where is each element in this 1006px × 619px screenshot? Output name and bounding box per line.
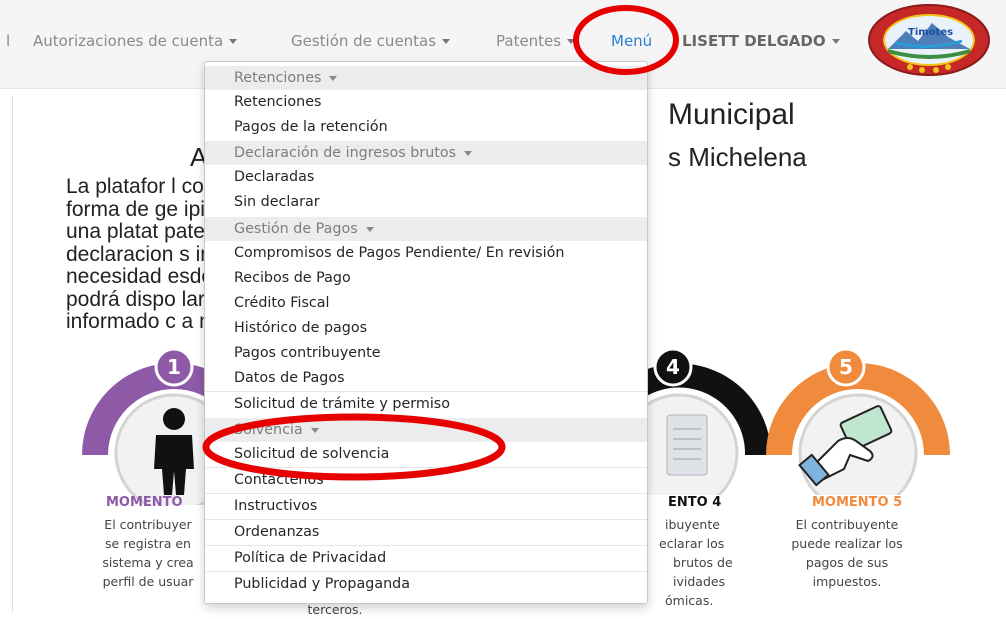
municipality-seal-icon[interactable]: Timotes [866, 3, 992, 77]
moment-4-title: ENTO 4 [668, 495, 722, 510]
nav-patentes[interactable]: Patentes [496, 32, 576, 50]
menu-item-datos-pagos[interactable]: Datos de Pagos [205, 366, 647, 391]
menu-item-solicitud-tramite[interactable]: Solicitud de trámite y permiso [205, 392, 647, 417]
menu-item-recibos-pago[interactable]: Recibos de Pago [205, 266, 647, 291]
moment-5-text: El contribuyente puede realizar los pago… [772, 515, 922, 591]
caret-down-icon [229, 39, 238, 44]
menu-item-pagos-contribuyente[interactable]: Pagos contribuyente [205, 341, 647, 366]
moment-5-text-line: pagos de sus [805, 555, 889, 570]
menu-header-gestion-pagos[interactable]: Gestión de Pagos [205, 217, 647, 241]
moment-1-text-line: perfil de usuar [102, 574, 194, 589]
moment-1-text-line: se registra en [105, 536, 191, 551]
moment-5-text-line: puede realizar los [791, 536, 903, 551]
moment-4-text-line: ividades [673, 574, 726, 589]
caret-down-icon [464, 150, 473, 156]
menu-item-pagos-retencion[interactable]: Pagos de la retención [205, 115, 647, 140]
caret-down-icon [442, 39, 451, 44]
nav-gestion-de-cuentas[interactable]: Gestión de cuentas [291, 32, 451, 50]
subtitle-right: s Michelena [668, 142, 807, 172]
caret-down-icon [365, 226, 374, 232]
moment-5-title: MOMENTO 5 [812, 495, 903, 510]
menu-dropdown: Retenciones Retenciones Pagos de la rete… [204, 61, 648, 604]
menu-item-solicitud-solvencia[interactable]: Solicitud de solvencia [205, 442, 647, 467]
menu-item-politica-privacidad[interactable]: Política de Privacidad [205, 546, 647, 571]
menu-item-ordenanzas[interactable]: Ordenanzas [205, 520, 647, 545]
moment-5-number: 5 [839, 355, 853, 379]
caret-down-icon [831, 39, 840, 44]
menu-header-label: Retenciones [234, 70, 322, 86]
moment-4-text-line: brutos de [673, 555, 733, 570]
menu-header-solvencia[interactable]: Solvencia [205, 418, 647, 442]
nav-user-menu[interactable]: LISETT DELGADO [682, 32, 840, 50]
menu-item-sin-declarar[interactable]: Sin declarar [205, 190, 647, 215]
menu-header-label: Solvencia [234, 422, 303, 438]
moment-4-text: ibuyente eclarar los brutos de ividades … [655, 515, 755, 610]
moment-5-text-line: El contribuyente [795, 517, 899, 532]
menu-item-instructivos[interactable]: Instructivos [205, 494, 647, 519]
caret-down-icon [329, 75, 338, 81]
page-title-right: Municipal [668, 98, 795, 131]
menu-item-credito-fiscal[interactable]: Crédito Fiscal [205, 291, 647, 316]
nav-autorizaciones-label: Autorizaciones de cuenta [33, 32, 224, 50]
nav-item-partial[interactable]: l [6, 32, 10, 50]
person-icon [154, 408, 194, 495]
nav-autorizaciones-de-cuenta[interactable]: Autorizaciones de cuenta [33, 32, 238, 50]
nav-gestion-label: Gestión de cuentas [291, 32, 437, 50]
menu-item-contactenos[interactable]: Contáctenos [205, 468, 647, 493]
menu-item-compromisos-pagos[interactable]: Compromisos de Pagos Pendiente/ En revis… [205, 241, 647, 266]
moment-4-text-line: ibuyente [665, 517, 720, 532]
moment-1-text: El contribuyer se registra en sistema y … [78, 515, 218, 591]
content-left-border [12, 96, 13, 612]
user-name: LISETT DELGADO [682, 32, 826, 50]
moment-1-text-line: sistema y crea [102, 555, 194, 570]
caret-down-icon [310, 427, 319, 433]
menu-header-declaracion[interactable]: Declaración de ingresos brutos [205, 141, 647, 165]
menu-item-publicidad-propaganda[interactable]: Publicidad y Propaganda [205, 572, 647, 597]
moment-1-number: 1 [167, 355, 181, 379]
moment-4-text-line: ómicas. [665, 593, 714, 608]
caret-down-icon [567, 39, 576, 44]
menu-item-retenciones[interactable]: Retenciones [205, 90, 647, 115]
menu-item-declaradas[interactable]: Declaradas [205, 165, 647, 190]
payment-card-hand-icon [798, 405, 893, 487]
document-icon [666, 414, 708, 476]
moment-5-text-line: impuestos. [812, 574, 882, 589]
moment-4-number: 4 [666, 355, 680, 379]
nav-menu[interactable]: Menú [611, 32, 652, 50]
moment-1-title: MOMENTO [106, 495, 183, 510]
moment-4-text-line: eclarar los [659, 536, 725, 551]
menu-header-label: Gestión de Pagos [234, 221, 358, 237]
menu-header-retenciones[interactable]: Retenciones [205, 66, 647, 90]
moment-1-text-line: El contribuyer [104, 517, 192, 532]
menu-item-historico-pagos[interactable]: Histórico de pagos [205, 316, 647, 341]
moment-5-graphic: 5 [766, 347, 950, 495]
logo-text: Timotes [908, 27, 953, 38]
menu-header-label: Declaración de ingresos brutos [234, 145, 457, 161]
nav-patentes-label: Patentes [496, 32, 562, 50]
moment-4-graphic: 4 [645, 347, 771, 495]
